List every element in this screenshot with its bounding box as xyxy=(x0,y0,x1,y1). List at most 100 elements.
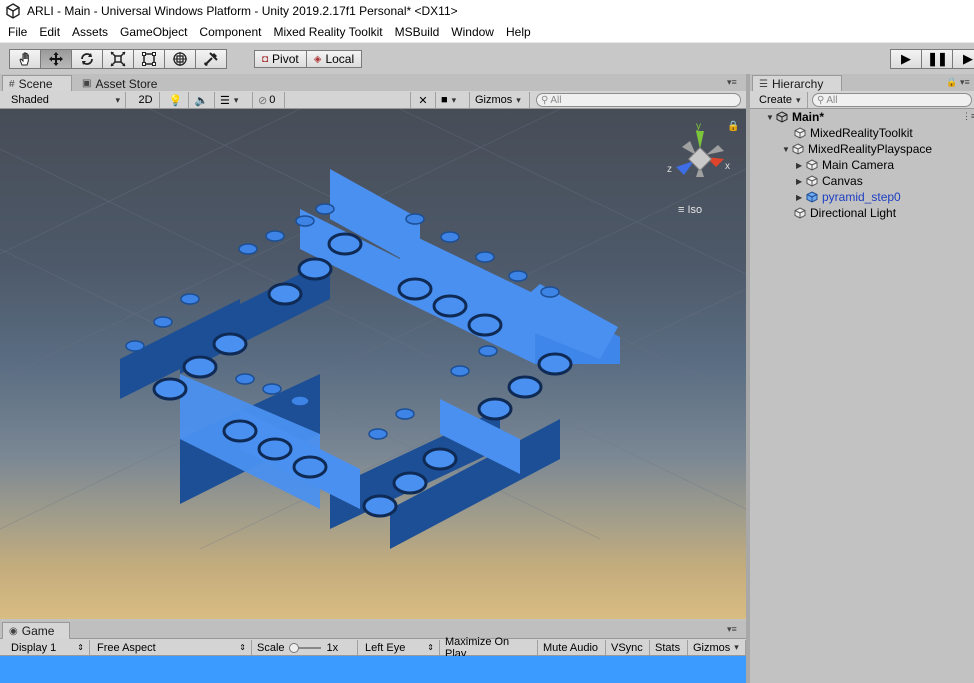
hierarchy-icon: ☰ xyxy=(759,78,768,90)
unity-scene-icon xyxy=(776,111,788,123)
scene-toolbar: Shaded 2D 💡 🔈 ☰ ⊘ 0 ✕ ■ Gizmos ⚲ All xyxy=(0,91,746,109)
hierarchy-item-mixedrealityplayspace[interactable]: ▼ MixedRealityPlayspace xyxy=(782,141,932,157)
hierarchy-item-canvas[interactable]: ▶ Canvas xyxy=(796,173,863,189)
hierarchy-item-directional-light[interactable]: Directional Light xyxy=(794,205,896,221)
audio-toggle[interactable]: 🔈 xyxy=(189,92,215,108)
play-controls: ▶ ❚❚ ▶ xyxy=(890,49,974,69)
hand-tool-button[interactable] xyxy=(9,49,41,69)
camera-icon: ■ xyxy=(441,94,448,106)
scale-label: Scale xyxy=(257,641,285,654)
tab-hierarchy[interactable]: ☰ Hierarchy xyxy=(752,75,842,92)
hierarchy-panel-menu-icon[interactable]: ▾≡ xyxy=(960,77,970,88)
rotate-tool-button[interactable] xyxy=(71,49,103,69)
lighting-toggle[interactable]: 💡 xyxy=(163,92,189,108)
scene-panel-menu-icon[interactable]: ▾≡ xyxy=(727,77,737,88)
local-label: Local xyxy=(325,52,355,66)
menu-help[interactable]: Help xyxy=(500,25,537,39)
tab-game[interactable]: ◉ Game xyxy=(2,622,70,639)
shading-mode-dropdown[interactable]: Shaded xyxy=(6,92,126,108)
transform-tool-button[interactable] xyxy=(164,49,196,69)
z-axis-cone[interactable] xyxy=(676,161,694,175)
create-dropdown[interactable]: Create xyxy=(754,92,808,108)
gameobject-cube-icon xyxy=(792,143,804,155)
vsync-toggle[interactable]: VSync xyxy=(606,640,650,655)
menu-gameobject[interactable]: GameObject xyxy=(114,25,193,39)
scene-search-input[interactable]: ⚲ All xyxy=(536,93,741,107)
effects-icon: ☰ xyxy=(220,94,230,107)
scale-value: 1x xyxy=(326,641,339,654)
scene-tools-toggle[interactable]: ✕ xyxy=(410,92,436,108)
hidden-objects-toggle[interactable]: ⊘ 0 xyxy=(253,92,285,108)
game-gizmos-label: Gizmos xyxy=(693,641,731,654)
hierarchy-item-main-camera[interactable]: ▶ Main Camera xyxy=(796,157,894,173)
play-button[interactable]: ▶ xyxy=(890,49,922,69)
scale-slider-thumb[interactable] xyxy=(288,642,299,653)
menu-bar: File Edit Assets GameObject Component Mi… xyxy=(0,22,974,42)
gameobject-cube-icon xyxy=(794,207,806,219)
menu-msbuild[interactable]: MSBuild xyxy=(389,25,446,39)
pivot-toggle[interactable]: ◘ Pivot xyxy=(254,50,307,68)
game-viewport[interactable] xyxy=(0,656,746,683)
rect-tool-button[interactable] xyxy=(133,49,165,69)
hierarchy-search-input[interactable]: ⚲ All xyxy=(812,93,972,107)
hierarchy-item-mixedrealitytoolkit[interactable]: MixedRealityToolkit xyxy=(794,125,913,141)
scale-slider[interactable] xyxy=(288,642,321,653)
aspect-dropdown[interactable]: Free Aspect ⇕ xyxy=(92,640,252,655)
gizmos-dropdown[interactable]: Gizmos xyxy=(470,92,530,108)
display-dropdown[interactable]: Display 1 ⇕ xyxy=(6,640,90,655)
hierarchy-search-placeholder: All xyxy=(826,94,838,106)
menu-component[interactable]: Component xyxy=(193,25,267,39)
gameobject-cube-icon xyxy=(806,159,818,171)
scene-lock-icon[interactable]: 🔒 xyxy=(727,121,739,132)
maximize-on-play-toggle[interactable]: Maximize On Play xyxy=(440,636,538,660)
expand-arrow-icon[interactable]: ▼ xyxy=(782,145,792,154)
speaker-icon: 🔈 xyxy=(194,94,209,107)
shading-mode-value: Shaded xyxy=(11,94,49,106)
local-toggle[interactable]: ◈ Local xyxy=(305,50,363,68)
transform-tool-icon xyxy=(173,52,187,66)
scene-viewport[interactable]: y x z 🔒 ≡ Iso xyxy=(0,109,746,619)
y-axis-cone[interactable] xyxy=(696,131,704,149)
hierarchy-item-pyramid-step0[interactable]: ▶ pyramid_step0 xyxy=(796,189,901,205)
menu-mixed-reality-toolkit[interactable]: Mixed Reality Toolkit xyxy=(267,25,388,39)
tab-asset-store[interactable]: ▣ Asset Store xyxy=(76,75,163,92)
svg-text:z: z xyxy=(667,164,672,175)
tab-scene[interactable]: # Scene xyxy=(2,75,72,92)
collapse-arrow-icon[interactable]: ▶ xyxy=(796,177,806,186)
collapse-arrow-icon[interactable]: ▶ xyxy=(796,161,806,170)
custom-tool-button[interactable] xyxy=(195,49,227,69)
light-bulb-icon: 💡 xyxy=(168,94,183,107)
eye-dropdown[interactable]: Left Eye ⇕ xyxy=(360,640,440,655)
asset-store-icon: ▣ xyxy=(82,78,92,89)
menu-file[interactable]: File xyxy=(2,25,33,39)
effects-dropdown[interactable]: ☰ xyxy=(215,92,253,108)
item-label: Directional Light xyxy=(810,206,897,220)
move-tool-button[interactable] xyxy=(40,49,72,69)
svg-text:y: y xyxy=(696,121,701,132)
tab-hierarchy-label: Hierarchy xyxy=(771,77,824,91)
stats-toggle[interactable]: Stats xyxy=(650,640,688,655)
projection-toggle[interactable]: ≡ Iso xyxy=(678,204,702,216)
collapse-arrow-icon[interactable]: ▶ xyxy=(796,193,806,202)
game-gizmos-dropdown[interactable]: Gizmos xyxy=(688,640,746,655)
scene-root-row[interactable]: ▼ Main* ⋮≡ xyxy=(766,109,974,125)
transform-tools xyxy=(9,49,227,69)
expand-arrow-icon[interactable]: ▼ xyxy=(766,113,776,122)
camera-dropdown[interactable]: ■ xyxy=(436,92,470,108)
mute-audio-toggle[interactable]: Mute Audio xyxy=(538,640,606,655)
hierarchy-lock-icon[interactable]: 🔒 xyxy=(946,77,957,88)
menu-edit[interactable]: Edit xyxy=(33,25,66,39)
menu-window[interactable]: Window xyxy=(445,25,500,39)
custom-tool-icon xyxy=(204,52,218,66)
pause-button[interactable]: ❚❚ xyxy=(921,49,953,69)
scale-tool-button[interactable] xyxy=(102,49,134,69)
menu-assets[interactable]: Assets xyxy=(66,25,114,39)
game-panel-menu-icon[interactable]: ▾≡ xyxy=(727,624,737,635)
tab-game-label: Game xyxy=(21,624,55,638)
step-button[interactable]: ▶ xyxy=(952,49,974,69)
search-icon: ⚲ xyxy=(541,94,549,106)
hierarchy-tab-row: ☰ Hierarchy 🔒 ▾≡ xyxy=(750,74,974,92)
scene-options-icon[interactable]: ⋮≡ xyxy=(962,111,974,122)
hierarchy-tree: ▼ Main* ⋮≡ MixedRealityToolkit ▼ MixedRe… xyxy=(750,109,974,683)
mode-2d-toggle[interactable]: 2D xyxy=(132,92,160,108)
